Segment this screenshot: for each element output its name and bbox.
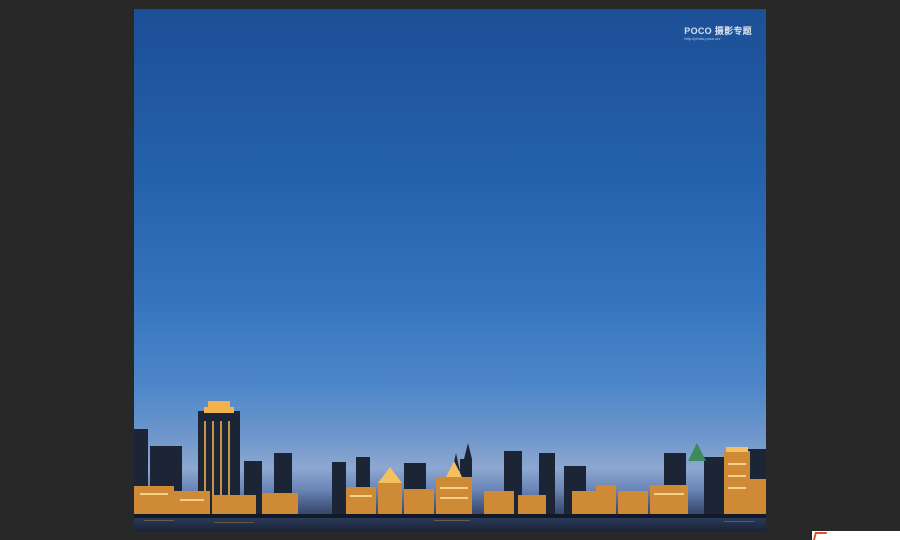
watermark-brand: POCO 摄影专题 <box>684 26 752 36</box>
canvas-area: POCO 摄影专题 http://photo.poco.cn/ <box>0 0 900 540</box>
site-logo[interactable] <box>812 531 900 540</box>
skyline-silhouette <box>134 401 766 531</box>
site-logo-icon <box>812 532 828 540</box>
watermark: POCO 摄影专题 http://photo.poco.cn/ <box>684 27 752 41</box>
cityscape-photo: POCO 摄影专题 http://photo.poco.cn/ <box>134 9 766 531</box>
watermark-url: http://photo.poco.cn/ <box>684 36 721 41</box>
